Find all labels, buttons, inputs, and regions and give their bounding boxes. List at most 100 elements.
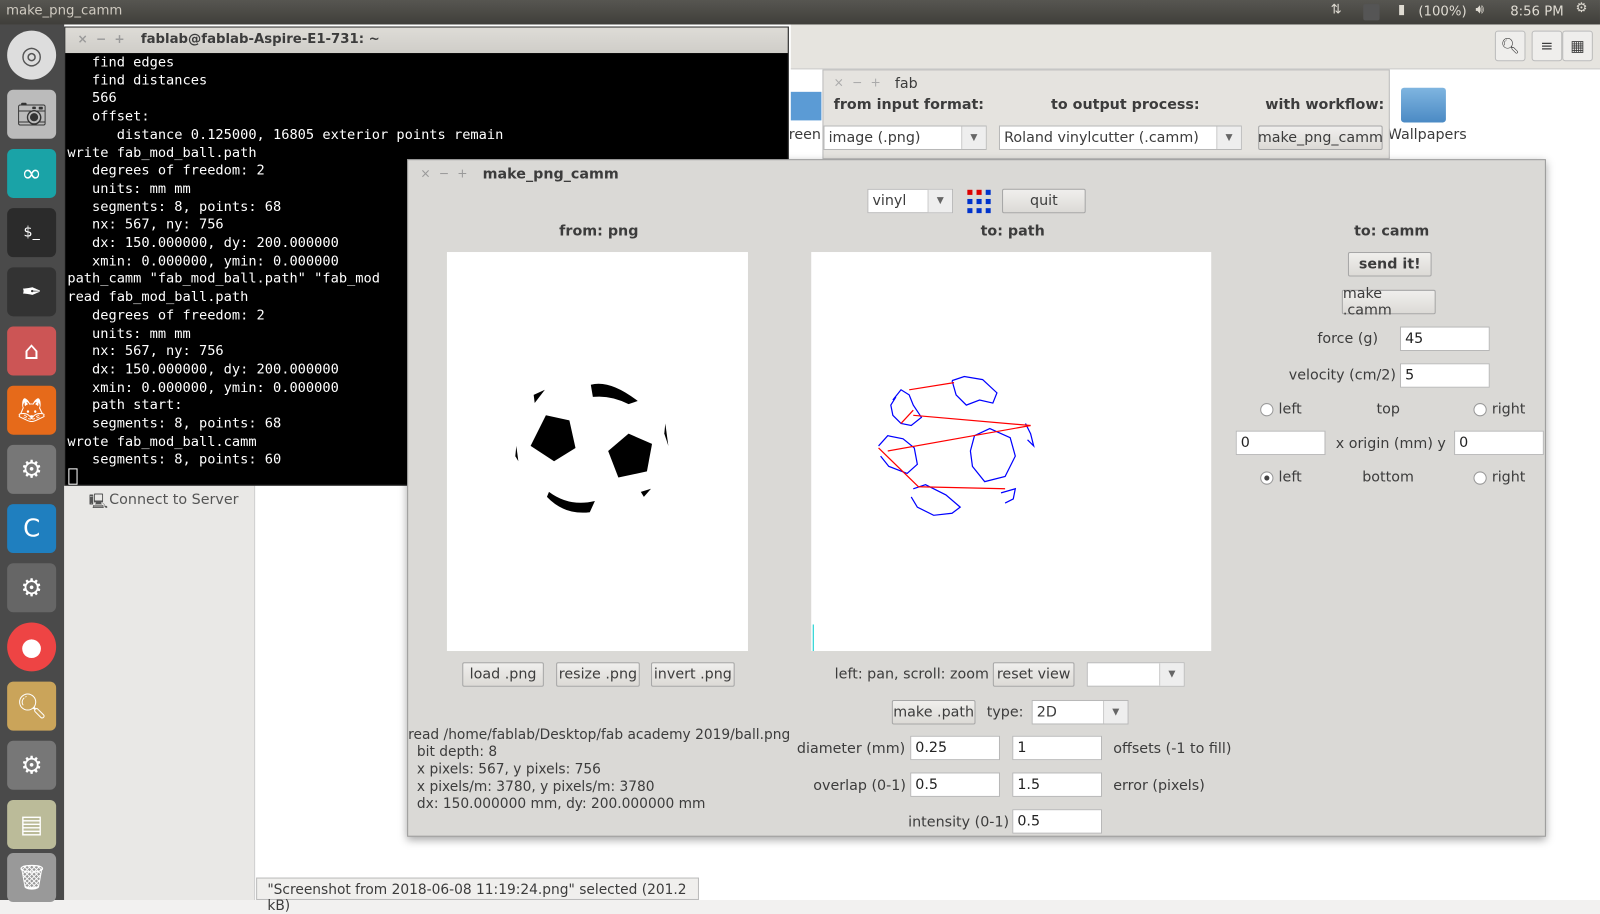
to-camm-title: to: camm	[1354, 223, 1430, 240]
workflow-button[interactable]: make_png_camm	[1258, 125, 1383, 150]
type-select[interactable]: 2D ▼	[1031, 699, 1129, 725]
reset-view-button[interactable]: reset view	[992, 662, 1075, 687]
overlap-label: overlap (0-1)	[813, 777, 906, 794]
intensity-input[interactable]: 0.5	[1012, 809, 1103, 834]
selected-value: image (.png)	[828, 129, 921, 146]
toolpath	[878, 375, 1035, 516]
system-settings-icon[interactable]: ⚙	[7, 563, 57, 613]
chrome-icon[interactable]: ●	[7, 622, 57, 672]
camera-icon[interactable]: 📷︎	[7, 89, 57, 139]
move-lines	[878, 382, 1031, 490]
machine-select[interactable]: vinyl ▼	[867, 188, 954, 214]
image-viewer-icon[interactable]: 🔍︎	[7, 681, 57, 731]
window-controls[interactable]: ×−+	[78, 32, 133, 46]
ball-image	[515, 383, 669, 513]
folder-icon[interactable]	[1401, 87, 1446, 123]
make-png-camm-window: ×−+ make_png_camm vinyl ▼ quit from: png …	[407, 159, 1546, 837]
bottom-right-label: right	[1491, 469, 1526, 486]
window-title: fablab@fablab-Aspire-E1-731: ~	[140, 31, 380, 47]
pan-zoom-hint: left: pan, scroll: zoom	[834, 666, 989, 683]
grid-icon: ▦	[1570, 36, 1585, 56]
input-format-select[interactable]: image (.png) ▼	[823, 125, 987, 150]
origin-bottom-right-radio[interactable]	[1473, 471, 1487, 485]
window-controls[interactable]: ×−+	[834, 76, 889, 90]
trash-icon[interactable]: 🗑︎	[7, 853, 57, 903]
usb-drive-icon[interactable]: ▤	[7, 799, 57, 849]
terminal-icon[interactable]: $_	[7, 208, 57, 258]
make-path-button[interactable]: make .path	[891, 699, 976, 725]
view-select[interactable]: ▼	[1086, 662, 1185, 687]
settings-2-icon[interactable]: ⚙	[7, 740, 57, 790]
clock[interactable]: 8:56 PM	[1510, 4, 1563, 19]
resize-png-button[interactable]: resize .png	[556, 662, 640, 687]
terminal-titlebar[interactable]: ×−+ fablab@fablab-Aspire-E1-731: ~	[65, 27, 788, 54]
png-info: read /home/fablab/Desktop/fab academy 20…	[408, 726, 791, 813]
file-manager-sidebar: 🖳 Connect to Server	[64, 484, 256, 900]
send-it-button[interactable]: send it!	[1347, 252, 1432, 277]
network-icon[interactable]: ⇅	[1331, 2, 1342, 17]
error-input[interactable]: 1.5	[1012, 772, 1103, 797]
type-label: type:	[986, 704, 1024, 721]
from-png-title: from: png	[559, 223, 639, 240]
terminal-line: 566	[67, 91, 117, 107]
list-view-button[interactable]: ≡	[1531, 30, 1563, 62]
grid-view-button[interactable]: ▦	[1562, 30, 1593, 62]
window-controls[interactable]: ×−+	[420, 166, 475, 180]
quit-button[interactable]: quit	[1002, 188, 1086, 214]
search-button[interactable]: 🔍︎	[1494, 30, 1526, 62]
top-label: top	[1376, 401, 1400, 418]
invert-png-button[interactable]: invert .png	[651, 662, 735, 687]
origin-top-right-radio[interactable]	[1473, 403, 1487, 417]
force-input[interactable]: 45	[1399, 326, 1490, 352]
arduino-icon[interactable]: ∞	[7, 148, 57, 198]
folder-icon[interactable]	[790, 91, 822, 121]
offsets-input[interactable]: 1	[1012, 735, 1103, 761]
top-panel: make_png_camm ⇅ ▮ (100%) 🔊︎ 8:56 PM ⚙	[0, 0, 1600, 25]
file-manager-toolbar: 🔍︎ ≡ ▦	[790, 24, 1600, 70]
diameter-label: diameter (mm)	[796, 740, 906, 758]
app-c-icon[interactable]: C	[7, 504, 57, 554]
terminal-line: find edges	[67, 55, 175, 71]
diameter-input[interactable]: 0.25	[910, 735, 1000, 761]
settings-icon[interactable]: ⚙	[7, 444, 57, 494]
ubuntu-dash-icon[interactable]: ◎	[7, 30, 57, 80]
chevron-down-icon: ▼	[927, 189, 953, 213]
terminal-line: find distances	[67, 73, 208, 89]
output-process-select[interactable]: Roland vinylcutter (.camm) ▼	[998, 125, 1242, 150]
top-right-label: right	[1491, 401, 1526, 418]
load-png-button[interactable]: load .png	[462, 662, 544, 687]
battery-percent: (100%)	[1418, 4, 1467, 20]
keyboard-indicator-icon[interactable]	[1363, 4, 1380, 21]
bottom-left-label: left	[1278, 469, 1302, 486]
files-icon[interactable]: ⌂	[7, 326, 57, 376]
to-path-title: to: path	[980, 223, 1045, 240]
png-preview[interactable]	[446, 252, 748, 652]
folder-label[interactable]: reen	[789, 127, 821, 143]
origin-bottom-left-radio[interactable]	[1260, 471, 1274, 485]
origin-x-input[interactable]: 0	[1235, 430, 1326, 456]
force-label: force (g)	[1317, 330, 1379, 347]
velocity-input[interactable]: 5	[1399, 363, 1490, 388]
inkscape-icon[interactable]: ✒	[7, 267, 57, 317]
firefox-icon[interactable]: 🦊︎	[7, 385, 57, 435]
from-format-label: from input format:	[833, 96, 985, 114]
origin-y-input[interactable]: 0	[1454, 430, 1544, 456]
overlap-input[interactable]: 0.5	[910, 772, 1000, 797]
workflow-label: with workflow:	[1265, 96, 1385, 114]
sidebar-item-connect-to-server[interactable]: Connect to Server	[109, 492, 238, 508]
gear-icon[interactable]: ⚙	[1575, 1, 1587, 16]
folder-label-wallpapers[interactable]: Wallpapers	[1388, 127, 1467, 143]
make-camm-button[interactable]: make .camm	[1341, 286, 1436, 318]
origin-label: x origin (mm) y	[1335, 435, 1446, 453]
chevron-down-icon: ▼	[1103, 701, 1128, 724]
bottom-label: bottom	[1362, 469, 1414, 486]
chevron-down-icon: ▼	[1159, 663, 1184, 686]
origin-top-left-radio[interactable]	[1260, 403, 1274, 417]
connect-server-icon: 🖳	[88, 493, 108, 511]
path-preview[interactable]	[811, 252, 1212, 652]
selected-value: Roland vinylcutter (.camm)	[1004, 129, 1199, 146]
volume-icon[interactable]: 🔊︎	[1475, 2, 1483, 17]
terminal-cursor	[68, 468, 78, 485]
offsets-label: offsets (-1 to fill)	[1113, 740, 1232, 758]
battery-icon[interactable]: ▮	[1398, 2, 1405, 17]
